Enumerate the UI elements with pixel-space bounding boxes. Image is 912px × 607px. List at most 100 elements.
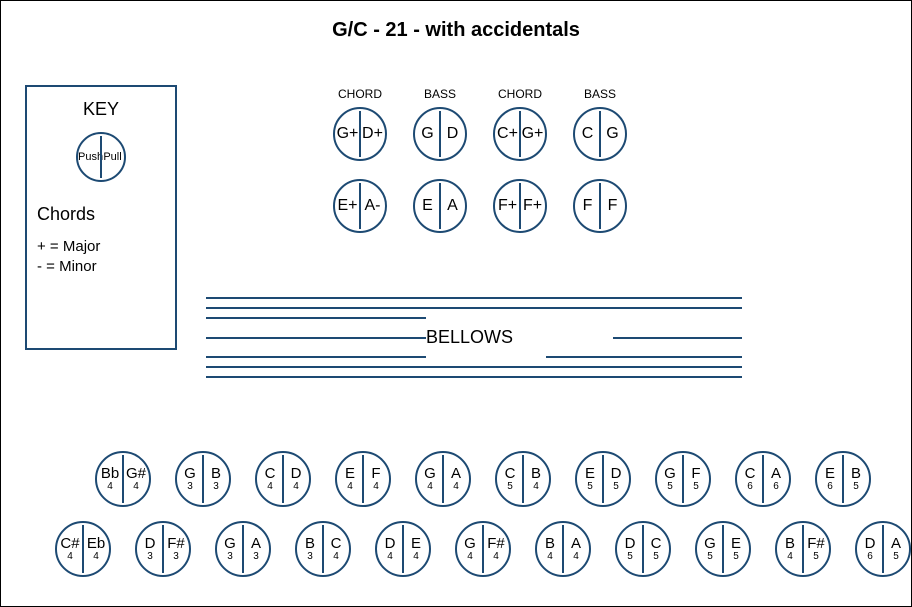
treble-button: D4E4	[375, 521, 431, 577]
pull-note: D5	[603, 466, 629, 492]
bass-button: G+D+	[333, 107, 387, 161]
pull-note: D	[440, 126, 465, 142]
pull-note: G#4	[123, 466, 149, 492]
push-note: D5	[617, 536, 643, 562]
bass-header: CHORD	[493, 87, 547, 101]
pull-note: E4	[403, 536, 429, 562]
bass-button: FF	[573, 179, 627, 233]
bellows-split	[206, 356, 742, 358]
key-minor: - = Minor	[37, 257, 165, 277]
bass-headers: CHORD BASS CHORD BASS	[333, 87, 627, 101]
bellows-line	[206, 297, 742, 299]
push-note: E4	[337, 466, 363, 492]
push-note: G3	[177, 466, 203, 492]
push-note: F+	[495, 198, 520, 214]
treble-button: G4F#4	[455, 521, 511, 577]
push-note: G5	[657, 466, 683, 492]
bass-button: GD	[413, 107, 467, 161]
treble-button: E4F4	[335, 451, 391, 507]
pull-note: A6	[763, 466, 789, 492]
pull-note: A3	[243, 536, 269, 562]
diagram-page: G/C - 21 - with accidentals KEY Push Pul…	[0, 0, 912, 607]
bass-header: BASS	[573, 87, 627, 101]
key-example-button: Push Pull	[76, 132, 126, 182]
bellows-line	[206, 376, 742, 378]
bellows-label: BELLOWS	[426, 327, 613, 348]
pull-note: Eb4	[83, 536, 109, 562]
bellows: BELLOWS	[206, 297, 742, 378]
push-note: D3	[137, 536, 163, 562]
treble-button: C6A6	[735, 451, 791, 507]
push-note: G+	[335, 126, 360, 142]
push-note: C4	[257, 466, 283, 492]
page-title: G/C - 21 - with accidentals	[1, 19, 911, 42]
push-note: B4	[537, 536, 563, 562]
pull-note: B4	[523, 466, 549, 492]
treble-button: D5C5	[615, 521, 671, 577]
pull-note: D+	[360, 126, 385, 142]
pull-note: F5	[683, 466, 709, 492]
pull-note: F#5	[803, 536, 829, 562]
pull-note: G	[600, 126, 625, 142]
pull-note: C5	[643, 536, 669, 562]
pull-note: E5	[723, 536, 749, 562]
key-title: KEY	[37, 99, 165, 120]
bass-row-2: E+A- EA F+F+ FF	[333, 179, 627, 233]
push-note: B3	[297, 536, 323, 562]
treble-button: G4A4	[415, 451, 471, 507]
push-note: D4	[377, 536, 403, 562]
pull-note: B5	[843, 466, 869, 492]
treble-button: B4F#5	[775, 521, 831, 577]
bass-button: C+G+	[493, 107, 547, 161]
key-pull-label: Pull	[101, 152, 124, 163]
push-note: F	[575, 198, 600, 214]
pull-note: B3	[203, 466, 229, 492]
treble-button: G3A3	[215, 521, 271, 577]
pull-note: F	[600, 198, 625, 214]
bellows-line	[206, 366, 742, 368]
pull-note: F#4	[483, 536, 509, 562]
treble-button: B4A4	[535, 521, 591, 577]
treble-button: E6B5	[815, 451, 871, 507]
bass-button: EA	[413, 179, 467, 233]
bellows-line	[206, 307, 742, 309]
treble-button: C#4Eb4	[55, 521, 111, 577]
bass-button: E+A-	[333, 179, 387, 233]
push-note: C#4	[57, 536, 83, 562]
pull-note: F+	[520, 198, 545, 214]
push-note: C	[575, 126, 600, 142]
treble-button: E5D5	[575, 451, 631, 507]
push-note: E6	[817, 466, 843, 492]
push-note: E+	[335, 198, 360, 214]
treble-row-1: Bb4G#4G3B3C4D4E4F4G4A4C5B4E5D5G5F5C6A6E6…	[95, 451, 871, 507]
pull-note: A4	[443, 466, 469, 492]
key-chords-title: Chords	[37, 204, 165, 225]
bass-row-1: G+D+GDC+G+CG	[333, 107, 627, 161]
key-chords-legend: + = Major - = Minor	[37, 237, 165, 278]
treble-button: G3B3	[175, 451, 231, 507]
treble-button: C4D4	[255, 451, 311, 507]
push-note: G4	[457, 536, 483, 562]
push-note: G	[415, 126, 440, 142]
bellows-label-row: BELLOWS	[206, 327, 742, 348]
bass-button: CG	[573, 107, 627, 161]
pull-note: A	[440, 198, 465, 214]
treble-row-2: C#4Eb4D3F#3G3A3B3C4D4E4G4F#4B4A4D5C5G5E5…	[55, 521, 911, 577]
key-major: + = Major	[37, 237, 165, 257]
push-note: B4	[777, 536, 803, 562]
pull-note: F4	[363, 466, 389, 492]
pull-note: A5	[883, 536, 909, 562]
bass-header: BASS	[413, 87, 467, 101]
pull-note: A4	[563, 536, 589, 562]
push-note: C6	[737, 466, 763, 492]
pull-note: C4	[323, 536, 349, 562]
pull-note: G+	[520, 126, 545, 142]
treble-button: Bb4G#4	[95, 451, 151, 507]
push-note: G5	[697, 536, 723, 562]
key-push-label: Push	[78, 152, 101, 163]
bass-button: F+F+	[493, 179, 547, 233]
push-note: Bb4	[97, 466, 123, 492]
pull-note: D4	[283, 466, 309, 492]
push-note: D6	[857, 536, 883, 562]
bass-header: CHORD	[333, 87, 387, 101]
